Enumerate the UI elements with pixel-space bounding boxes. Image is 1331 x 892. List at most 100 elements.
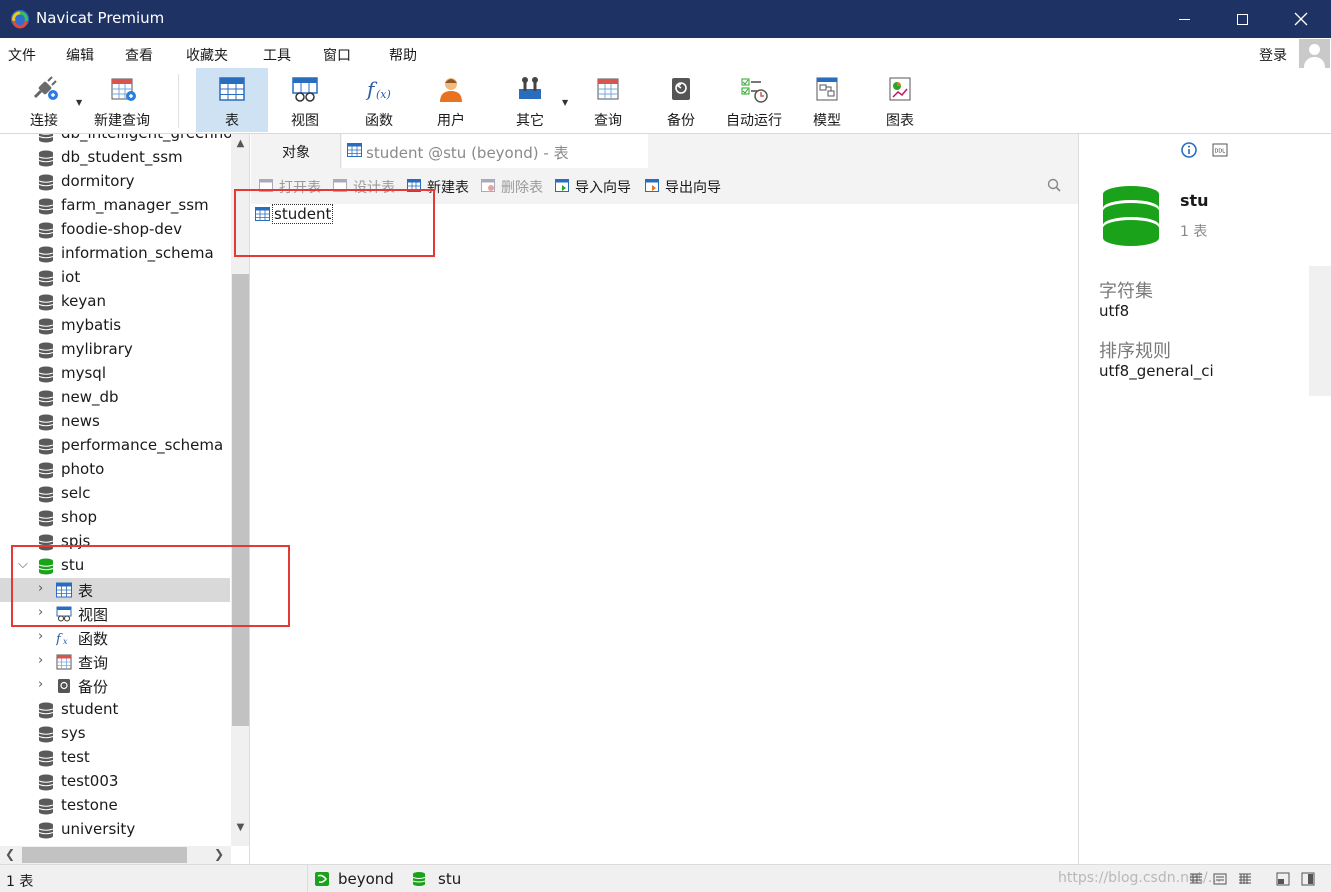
sidebar-horizontal-scrollbar[interactable]: ❮ ❯	[0, 846, 231, 864]
scroll-thumb[interactable]	[232, 274, 249, 726]
tree-item-database-selc[interactable]: selc	[0, 482, 230, 506]
scroll-right-icon[interactable]: ❯	[214, 847, 224, 861]
tree-item-label: sys	[61, 724, 86, 742]
model-icon	[816, 77, 838, 101]
tree-item-label: testone	[61, 796, 118, 814]
database-icon	[38, 246, 54, 263]
tree-item-stu-child-3[interactable]: › 查询	[0, 650, 230, 674]
toolbar-chart-button[interactable]: 图表	[866, 68, 934, 132]
toolbar-connection-label: 连接	[30, 113, 58, 129]
menu-edit[interactable]: 编辑	[66, 45, 94, 65]
tree-item-database-new_db[interactable]: new_db	[0, 386, 230, 410]
info-db-name: stu	[1180, 191, 1209, 210]
tree-item-label: news	[61, 412, 100, 430]
tree-item-label: selc	[61, 484, 91, 502]
maximize-button[interactable]	[1213, 0, 1271, 38]
toolbar-auto-run-button[interactable]: 自动运行	[720, 68, 788, 132]
search-icon[interactable]	[1047, 178, 1061, 192]
tree-item-database-mylibrary[interactable]: mylibrary	[0, 338, 230, 362]
tree-item-label: new_db	[61, 388, 119, 406]
tree-item-database-mybatis[interactable]: mybatis	[0, 314, 230, 338]
view-icon	[292, 77, 318, 102]
ddl-icon[interactable]: DDL	[1212, 142, 1228, 158]
tree-item-database-student[interactable]: student	[0, 698, 230, 722]
info-collation-label: 排序规则	[1099, 341, 1171, 362]
toolbar-query-button[interactable]: 查询	[574, 68, 642, 132]
tree-item-database-mysql[interactable]: mysql	[0, 362, 230, 386]
menu-tools[interactable]: 工具	[263, 45, 291, 65]
detail-view-icon[interactable]	[1237, 871, 1253, 887]
toolbar-view-button[interactable]: 视图	[270, 68, 340, 132]
scroll-down-icon[interactable]: ▼	[231, 822, 249, 833]
database-icon	[38, 798, 54, 815]
export-wizard-label: 导出向导	[665, 180, 721, 196]
menu-bar: 文件 编辑 查看 收藏夹 工具 窗口 帮助 登录	[0, 38, 1331, 68]
toolbar-new-query-button[interactable]: 新建查询	[90, 68, 154, 132]
scroll-thumb[interactable]	[22, 847, 187, 863]
main-toolbar: 连接 ▼ 新建查询 表 视图 f (x) 函数 用户 其它 ▼ 查询 备份 自动…	[0, 68, 1331, 134]
minimize-button[interactable]	[1155, 0, 1213, 38]
database-icon	[38, 222, 54, 239]
toolbar-others-button[interactable]: 其它 ▼	[496, 68, 568, 132]
toolbar-connection-button[interactable]: 连接 ▼	[14, 68, 82, 132]
delete-table-label: 删除表	[501, 180, 543, 196]
info-scrollbar[interactable]	[1309, 266, 1331, 396]
tree-item-database-foodie-shop-dev[interactable]: foodie-shop-dev	[0, 218, 230, 242]
scroll-left-icon[interactable]: ❮	[5, 847, 15, 861]
info-icon[interactable]	[1181, 142, 1197, 158]
tree-item-database-photo[interactable]: photo	[0, 458, 230, 482]
tree-item-database-iot[interactable]: iot	[0, 266, 230, 290]
avatar[interactable]	[1299, 39, 1330, 70]
list-view-icon[interactable]	[1212, 871, 1228, 887]
tree-item-database-keyan[interactable]: keyan	[0, 290, 230, 314]
toolbar-user-label: 用户	[437, 113, 465, 129]
toolbar-table-button[interactable]: 表	[196, 68, 268, 132]
chevron-right-icon[interactable]: ›	[38, 653, 43, 668]
tab-objects[interactable]: 对象	[251, 134, 341, 168]
grid-view-icon[interactable]	[1188, 871, 1204, 887]
chevron-down-icon[interactable]: ▼	[76, 98, 82, 107]
tree-item-stu-child-4[interactable]: › 备份	[0, 674, 230, 698]
chevron-right-icon[interactable]: ›	[38, 629, 43, 644]
close-button[interactable]	[1272, 0, 1330, 38]
chevron-right-icon[interactable]: ›	[38, 677, 43, 692]
tree-item-database-testone[interactable]: testone	[0, 794, 230, 818]
tree-item-database-sys[interactable]: sys	[0, 722, 230, 746]
menu-file[interactable]: 文件	[8, 45, 36, 65]
tree-item-database-db_student_ssm[interactable]: db_student_ssm	[0, 146, 230, 170]
tree-item-database-clipped[interactable]: db_intelligent_greenho	[0, 134, 232, 146]
tree-item-stu-child-2[interactable]: › f x 函数	[0, 626, 230, 650]
tree-item-database-farm_manager_ssm[interactable]: farm_manager_ssm	[0, 194, 230, 218]
annotation-box-student	[234, 189, 435, 257]
tree-item-database-performance_schema[interactable]: performance_schema	[0, 434, 230, 458]
tree-item-database-university[interactable]: university	[0, 818, 230, 842]
delete-table-icon	[481, 179, 495, 192]
svg-text:x: x	[63, 637, 68, 646]
tree-item-database-information_schema[interactable]: information_schema	[0, 242, 230, 266]
menu-view[interactable]: 查看	[125, 45, 153, 65]
svg-text:DDL: DDL	[1215, 149, 1226, 155]
toolbar-user-button[interactable]: 用户	[416, 68, 486, 132]
toolbar-backup-button[interactable]: 备份	[648, 68, 714, 132]
toolbar-model-button[interactable]: 模型	[794, 68, 860, 132]
menu-help[interactable]: 帮助	[389, 45, 417, 65]
scroll-up-icon[interactable]: ▲	[231, 138, 249, 149]
tree-item-database-news[interactable]: news	[0, 410, 230, 434]
panel-left-icon[interactable]	[1275, 871, 1291, 887]
tree-item-database-dormitory[interactable]: dormitory	[0, 170, 230, 194]
panel-right-icon[interactable]	[1300, 871, 1316, 887]
login-link[interactable]: 登录	[1259, 45, 1287, 65]
tab-student-table[interactable]: student @stu (beyond) - 表	[342, 134, 648, 168]
tree-item-database-test003[interactable]: test003	[0, 770, 230, 794]
title-bar: Navicat Premium	[0, 0, 1331, 38]
chevron-down-icon[interactable]: ▼	[562, 98, 568, 107]
menu-window[interactable]: 窗口	[323, 45, 351, 65]
status-database-name: stu	[438, 870, 462, 888]
toolbar-chart-label: 图表	[886, 113, 914, 129]
status-object-count: 1 表	[6, 874, 34, 890]
toolbar-function-button[interactable]: f (x) 函数	[344, 68, 414, 132]
tree-item-label: university	[61, 820, 136, 838]
menu-favorites[interactable]: 收藏夹	[186, 45, 228, 65]
tree-item-database-shop[interactable]: shop	[0, 506, 230, 530]
tree-item-database-test[interactable]: test	[0, 746, 230, 770]
